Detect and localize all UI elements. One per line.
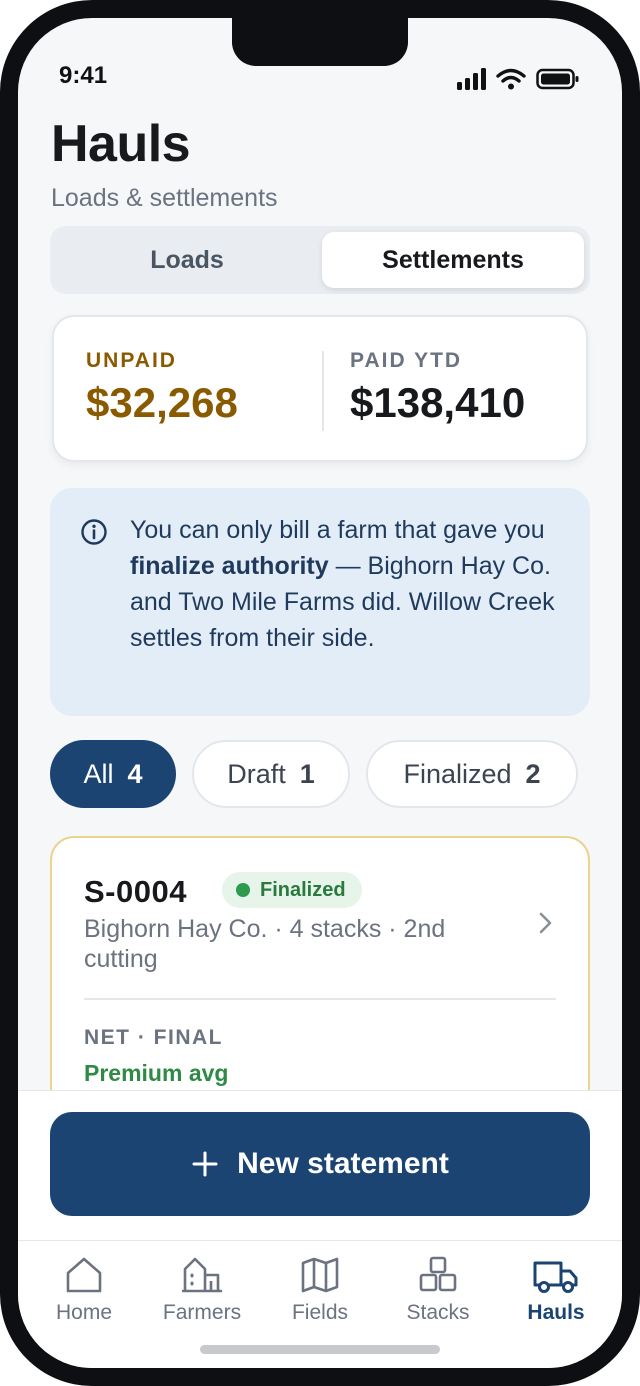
segment-settlements[interactable]: Settlements xyxy=(322,232,584,288)
segmented-control: Loads Settlements xyxy=(50,226,590,294)
truck-icon xyxy=(533,1261,578,1293)
chip-label: Finalized xyxy=(403,758,512,789)
net-label: NET · FINAL xyxy=(84,1026,223,1049)
status-badge-label: Finalized xyxy=(260,878,346,901)
segment-loads[interactable]: Loads xyxy=(56,232,318,288)
signal-icon xyxy=(457,68,486,90)
tab-label: Stacks xyxy=(406,1301,470,1324)
premium-label: Premium avg xyxy=(84,1060,229,1086)
chip-label: Draft xyxy=(227,758,286,789)
chevron-right-icon xyxy=(539,912,552,934)
paid-ytd-value: $138,410 xyxy=(350,379,526,426)
tab-label: Home xyxy=(55,1301,113,1324)
map-icon xyxy=(301,1257,339,1293)
unpaid-label: UNPAID xyxy=(86,349,177,372)
chip-label: All xyxy=(83,758,114,789)
statement-meta: Bighorn Hay Co. · 4 stacks · 2nd cutting xyxy=(84,915,446,973)
status-time: 9:41 xyxy=(59,62,108,89)
new-statement-label: New statement xyxy=(237,1147,449,1180)
filter-chip-all[interactable]: All 4 xyxy=(50,740,176,808)
home-icon xyxy=(66,1257,102,1293)
tab-label: Farmers xyxy=(162,1301,242,1324)
new-statement-button[interactable]: New statement xyxy=(50,1112,590,1216)
filter-chip-finalized[interactable]: Finalized 2 xyxy=(366,740,578,808)
info-icon xyxy=(81,519,107,545)
app-screen: 9:41 Hauls Loads & settlements Loads Set… xyxy=(18,18,622,1368)
battery-icon xyxy=(536,68,579,90)
chip-count: 1 xyxy=(299,758,315,789)
filter-chip-draft[interactable]: Draft 1 xyxy=(192,740,350,808)
chip-count: 2 xyxy=(525,758,541,789)
statement-divider xyxy=(84,998,556,1000)
tab-stacks[interactable]: Stacks xyxy=(383,1255,493,1325)
summary-card: UNPAID $32,268 PAID YTD $138,410 xyxy=(52,315,588,462)
unpaid-value: $32,268 xyxy=(86,379,238,426)
statement-id: S-0004 xyxy=(84,874,187,909)
barn-icon xyxy=(182,1257,222,1293)
tab-fields[interactable]: Fields xyxy=(265,1255,375,1325)
info-text: You can only bill a farm that gave you f… xyxy=(130,516,555,652)
tab-label: Fields xyxy=(291,1301,349,1324)
status-icons xyxy=(457,68,580,90)
cta-area: New statement xyxy=(18,1090,622,1242)
status-badge: Finalized xyxy=(222,872,362,908)
phone-frame: 9:41 Hauls Loads & settlements Loads Set… xyxy=(0,0,640,1386)
page-subtitle: Loads & settlements xyxy=(51,184,278,212)
info-text-emphasis: finalize authority xyxy=(130,552,329,580)
dynamic-island xyxy=(232,18,408,66)
plus-icon xyxy=(192,1151,218,1177)
tab-hauls[interactable]: Hauls xyxy=(501,1255,611,1325)
tab-home[interactable]: Home xyxy=(29,1255,139,1325)
chip-count: 4 xyxy=(127,758,143,789)
status-dot-icon xyxy=(236,883,250,897)
stacks-icon xyxy=(419,1256,457,1292)
summary-divider xyxy=(322,351,324,431)
home-indicator[interactable] xyxy=(200,1345,440,1354)
info-banner: You can only bill a farm that gave you f… xyxy=(50,488,590,716)
page-title: Hauls xyxy=(51,115,191,173)
tab-farmers[interactable]: Farmers xyxy=(147,1255,257,1325)
tab-label: Hauls xyxy=(527,1301,585,1324)
tab-bar: Home Farmers Fields Stacks Hauls xyxy=(18,1240,622,1368)
wifi-icon xyxy=(496,68,526,90)
paid-ytd-label: PAID YTD xyxy=(350,349,463,372)
